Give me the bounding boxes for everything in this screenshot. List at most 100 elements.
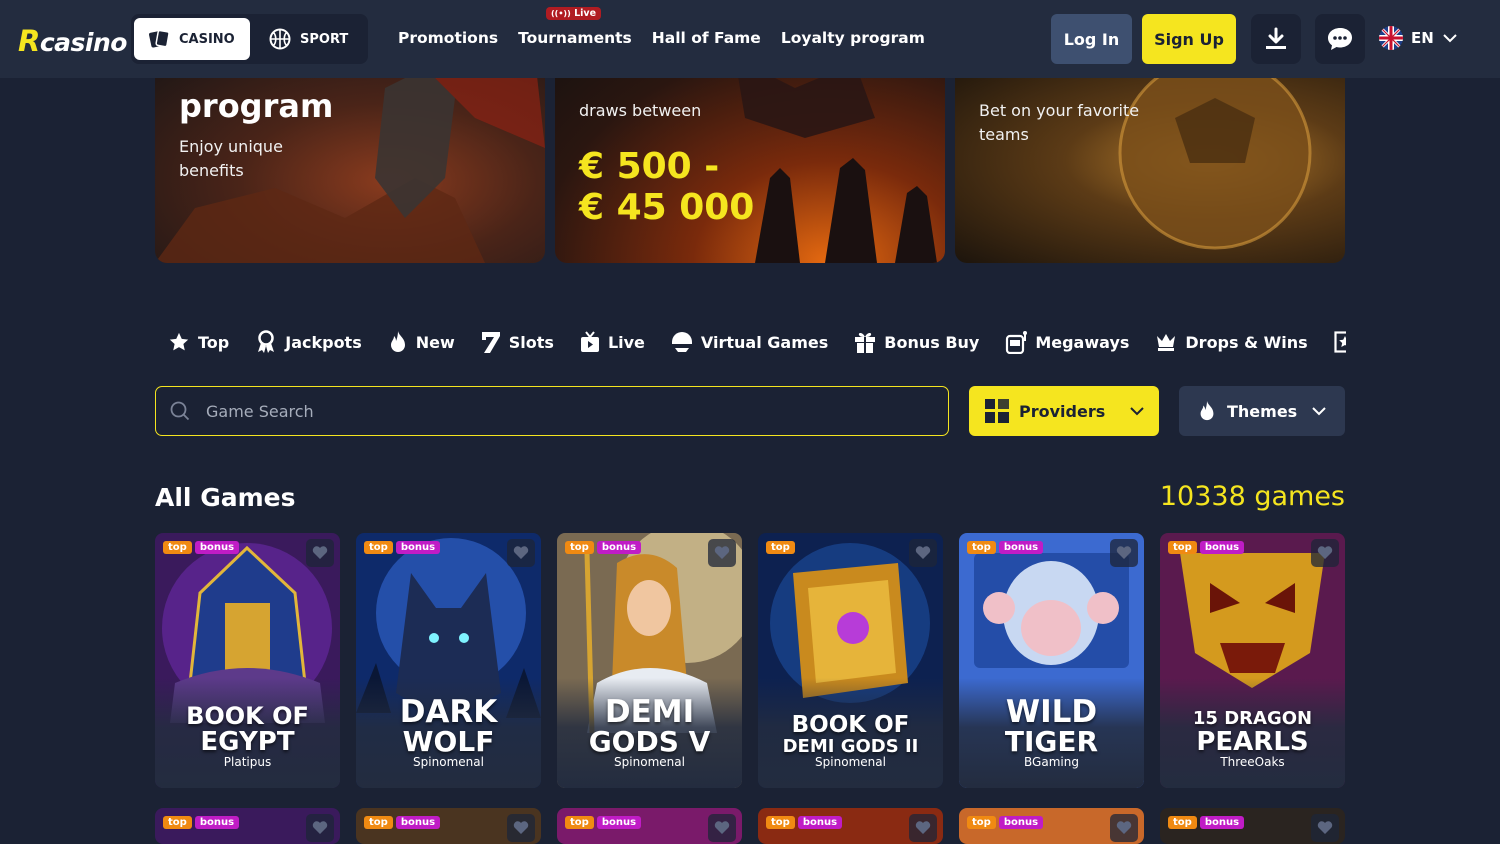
bonus-tag: bonus	[797, 816, 843, 829]
casino-mode-button[interactable]: CASINO	[134, 18, 250, 60]
fire-icon	[1200, 400, 1214, 421]
heart-icon	[1116, 821, 1132, 834]
game-card-15-dragon-pearls[interactable]: top bonus 15 DRAGON PEARLS ThreeOaks	[1160, 533, 1345, 788]
top-tag: top	[766, 816, 795, 829]
game-title: WILD	[1005, 694, 1098, 730]
game-title: TIGER	[1004, 725, 1099, 758]
game-search-input[interactable]	[206, 401, 906, 421]
favorite-button[interactable]	[708, 539, 736, 567]
promo-text: teams	[979, 125, 1029, 144]
favorite-button[interactable]	[1311, 814, 1339, 842]
promo-jackpots-card[interactable]: draws between € 500 - € 45 000	[555, 58, 945, 263]
game-card[interactable]: top bonus	[1160, 808, 1345, 844]
game-tags: top bonus	[364, 541, 441, 554]
nav-hall-of-fame[interactable]: Hall of Fame	[652, 29, 761, 47]
tab-bonus-buy[interactable]: Bonus Buy	[854, 327, 979, 357]
bonus-tag: bonus	[998, 816, 1044, 829]
game-title: EGYPT	[200, 727, 295, 757]
favorite-button[interactable]	[1110, 814, 1138, 842]
game-card[interactable]: top bonus	[155, 808, 340, 844]
game-card[interactable]: top bonus	[356, 808, 541, 844]
chat-button[interactable]	[1315, 14, 1365, 64]
favorite-button[interactable]	[708, 814, 736, 842]
promo-text: draws between	[579, 101, 702, 120]
game-card[interactable]: top bonus	[758, 808, 943, 844]
nav-tournaments[interactable]: Tournaments	[518, 29, 632, 47]
tv-icon	[580, 331, 599, 352]
game-card-book-of-demi-gods-ii[interactable]: top BOOK OF DEMI GODS II Spinomenal	[758, 533, 943, 788]
chevron-down-icon	[1312, 407, 1326, 416]
promo-text: Enjoy unique	[179, 137, 283, 156]
nav-promotions[interactable]: Promotions	[398, 29, 498, 47]
bonus-tag: bonus	[596, 816, 642, 829]
promo-loyalty-card[interactable]: program Enjoy unique benefits	[155, 58, 545, 263]
chat-icon	[1328, 28, 1352, 50]
basketball-icon	[269, 28, 291, 50]
providers-dropdown[interactable]: Providers	[969, 386, 1159, 436]
tab-live[interactable]: Live	[580, 327, 645, 357]
game-provider: Spinomenal	[413, 755, 484, 769]
heart-icon	[1317, 821, 1333, 834]
game-tags: top bonus	[967, 816, 1044, 829]
promo-sports-card[interactable]: Bet on your favorite teams	[955, 58, 1345, 263]
download-button[interactable]	[1251, 14, 1301, 64]
favorite-button[interactable]	[1311, 539, 1339, 567]
star-icon	[169, 332, 189, 351]
golden-ball-art	[1118, 58, 1312, 250]
uk-flag-icon	[1379, 26, 1403, 50]
tab-jackpots[interactable]: Jackpots	[255, 327, 362, 357]
section-title: All Games	[155, 483, 296, 512]
favorite-button[interactable]	[306, 539, 334, 567]
heart-icon	[1116, 546, 1132, 559]
tab-megaways[interactable]: Megaways	[1005, 327, 1129, 357]
login-button[interactable]: Log In	[1051, 14, 1132, 64]
game-card[interactable]: top bonus	[959, 808, 1144, 844]
game-tags: top bonus	[163, 816, 240, 829]
search-icon	[170, 401, 190, 421]
tab-new[interactable]: New	[388, 327, 455, 357]
heart-icon	[714, 821, 730, 834]
favorite-button[interactable]	[909, 814, 937, 842]
bonus-tag: bonus	[395, 816, 441, 829]
favorite-button[interactable]	[909, 539, 937, 567]
favorite-button[interactable]	[1110, 539, 1138, 567]
game-card-demi-gods-v[interactable]: top bonus DEMI GODS V Spinomenal	[557, 533, 742, 788]
game-tags: top bonus	[967, 541, 1044, 554]
favorite-button[interactable]	[507, 539, 535, 567]
cards-icon	[149, 29, 170, 48]
favorite-button[interactable]	[507, 814, 535, 842]
favorite-button[interactable]	[306, 814, 334, 842]
top-tag: top	[1168, 541, 1197, 554]
medal-icon	[258, 330, 275, 353]
game-title: PEARLS	[1196, 727, 1309, 757]
game-search-box[interactable]	[155, 386, 949, 436]
themes-dropdown[interactable]: Themes	[1179, 386, 1345, 436]
top-tag: top	[163, 541, 192, 554]
tab-virtual-games[interactable]: Virtual Games	[671, 327, 828, 357]
game-tags: top bonus	[163, 541, 240, 554]
gift-icon	[855, 332, 876, 353]
tab-games[interactable]: Ga	[1334, 327, 1346, 357]
promo-text: benefits	[179, 161, 244, 180]
game-card-book-of-egypt[interactable]: top bonus BOOK OF EGYPT Platipus	[155, 533, 340, 788]
sport-mode-button[interactable]: SPORT	[255, 18, 365, 60]
heart-icon	[513, 546, 529, 559]
signup-button[interactable]: Sign Up	[1142, 14, 1236, 64]
tab-slots[interactable]: Slots	[481, 327, 554, 357]
nav-loyalty-program[interactable]: Loyalty program	[781, 29, 925, 47]
game-tags: top	[766, 541, 795, 554]
tab-top[interactable]: Top	[168, 327, 229, 357]
game-tags: top bonus	[1168, 816, 1245, 829]
tab-drops-wins[interactable]: Drops & Wins	[1155, 327, 1308, 357]
game-card[interactable]: top bonus	[557, 808, 742, 844]
game-card-dark-wolf[interactable]: top bonus DARK WOLF Spinomenal	[356, 533, 541, 788]
top-tag: top	[565, 816, 594, 829]
slot-machine-icon	[1006, 331, 1028, 354]
live-signal-icon: ((•))	[551, 9, 571, 18]
logo[interactable]: Rcasino	[18, 24, 127, 58]
game-tags: top bonus	[766, 816, 843, 829]
game-card-wild-tiger[interactable]: top bonus WILD TIGER BGaming	[959, 533, 1144, 788]
seven-icon	[481, 332, 500, 353]
grid-icon	[985, 399, 1009, 423]
language-selector[interactable]: EN	[1379, 26, 1458, 50]
